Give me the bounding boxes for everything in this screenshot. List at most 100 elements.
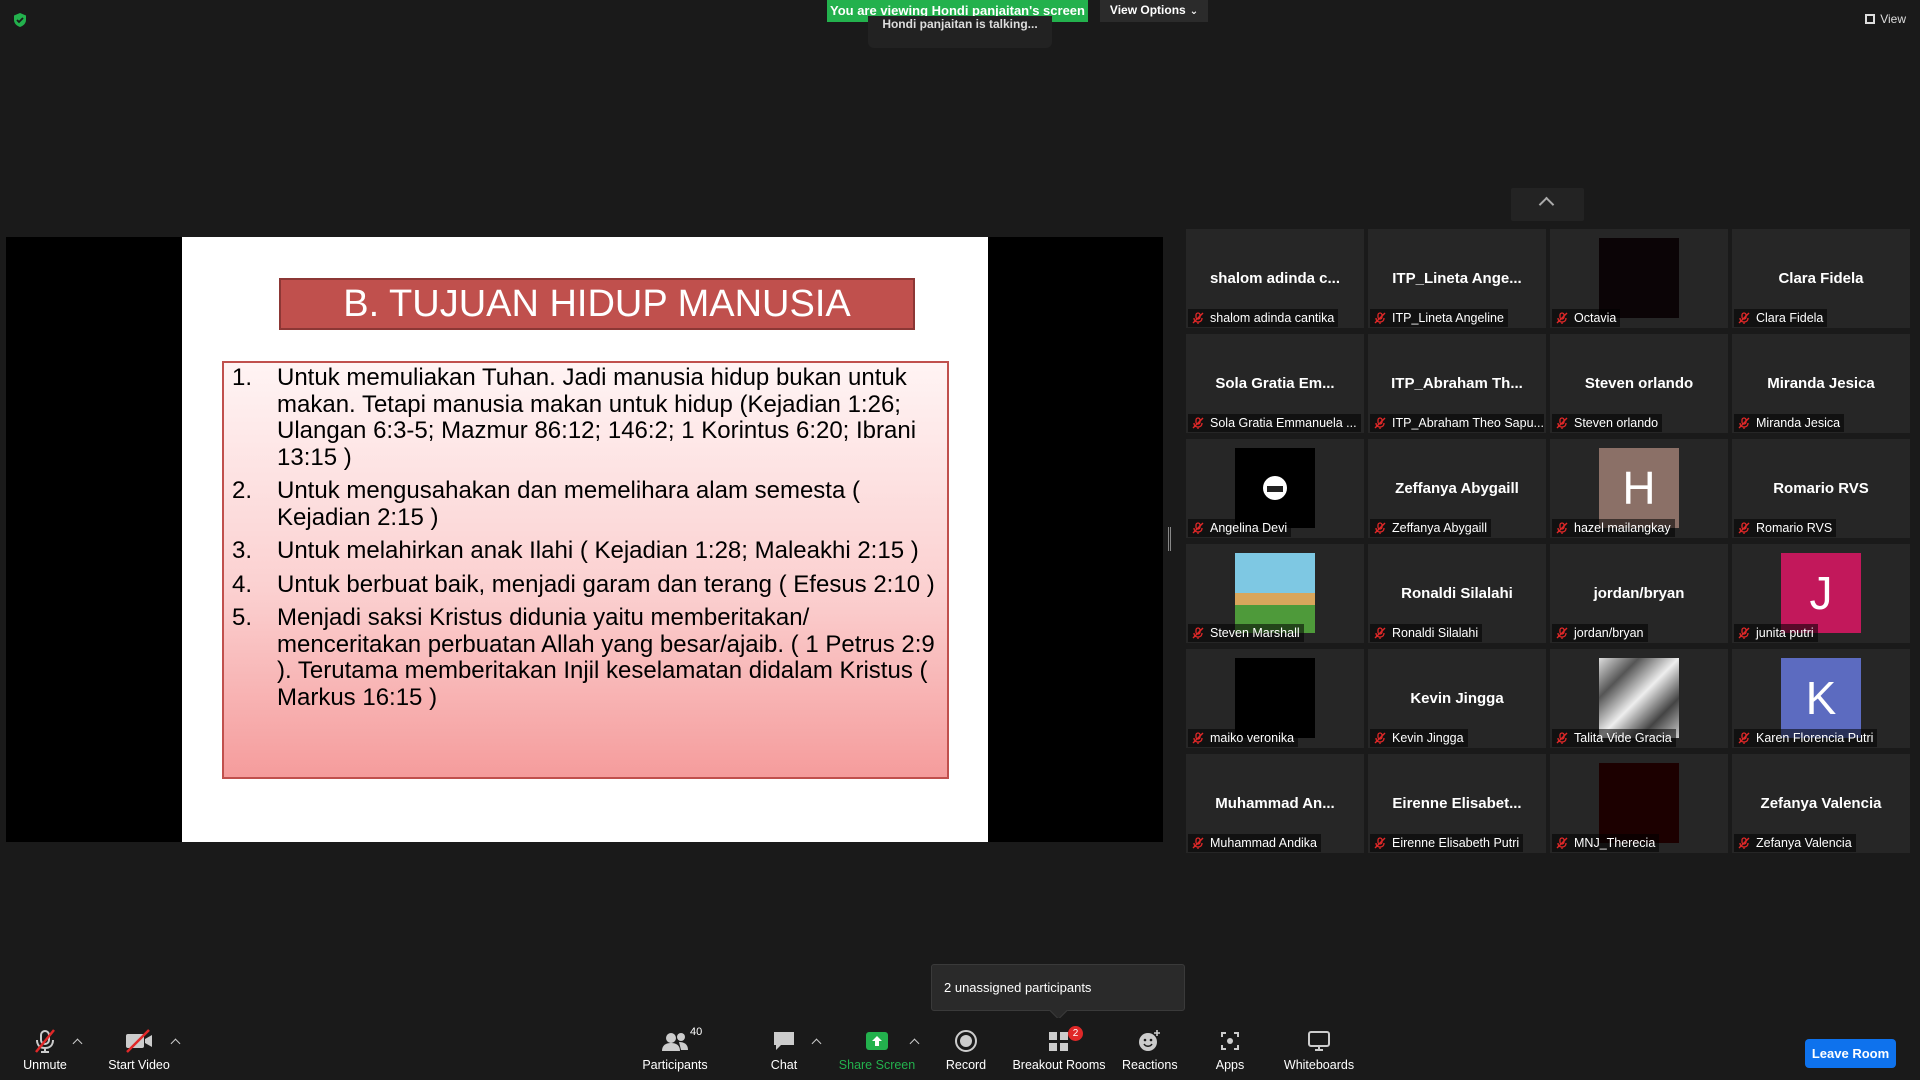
microphone-muted-icon xyxy=(1556,522,1568,534)
start-video-button[interactable]: Start Video xyxy=(104,1024,174,1078)
chat-label: Chat xyxy=(770,1058,798,1072)
participant-tile[interactable]: Miranda Jesica Miranda Jesica xyxy=(1732,334,1910,433)
participant-tile[interactable]: Steven Marshall xyxy=(1186,544,1364,643)
participant-avatar xyxy=(1235,553,1315,633)
reactions-button[interactable]: Reactions xyxy=(1122,1024,1178,1078)
participant-name: Ronaldi Silalahi xyxy=(1392,626,1479,640)
record-button[interactable]: Record xyxy=(942,1024,990,1078)
participant-name: Muhammad Andika xyxy=(1210,836,1318,850)
participant-tile[interactable]: ITP_Lineta Ange... ITP_Lineta Angeline xyxy=(1368,229,1546,328)
participant-name-label: Clara Fidela xyxy=(1734,309,1828,327)
presentation-slide: B. TUJUAN HIDUP MANUSIA 1. Untuk memuliak… xyxy=(182,237,988,842)
participant-tile[interactable]: shalom adinda c... shalom adinda cantika xyxy=(1186,229,1364,328)
participant-tile[interactable]: Clara Fidela Clara Fidela xyxy=(1732,229,1910,328)
participant-name-label: MNJ_Therecia xyxy=(1552,834,1660,852)
whiteboards-button[interactable]: Whiteboards xyxy=(1282,1024,1356,1078)
slide-list-item: 4. Untuk berbuat baik, menjadi garam dan … xyxy=(232,571,939,599)
participant-tile[interactable]: Kevin Jingga Kevin Jingga xyxy=(1368,649,1546,748)
reactions-smiley-icon xyxy=(1139,1030,1160,1051)
reactions-label: Reactions xyxy=(1122,1058,1178,1072)
participant-tile[interactable]: jordan/bryan jordan/bryan xyxy=(1550,544,1728,643)
participant-name-label: Ronaldi Silalahi xyxy=(1370,624,1483,642)
slide-item-text: Untuk melahirkan anak Ilahi ( Kejadian 1… xyxy=(277,537,919,564)
view-button[interactable]: View xyxy=(1865,12,1906,26)
share-screen-label: Share Screen xyxy=(838,1058,916,1072)
participant-tile[interactable]: Zefanya Valencia Zefanya Valencia xyxy=(1732,754,1910,853)
gallery-scroll-up-button[interactable] xyxy=(1511,188,1584,221)
microphone-muted-icon xyxy=(1738,837,1750,849)
participant-name-label: Talita Vide Gracia xyxy=(1552,729,1676,747)
audio-options-caret-icon[interactable] xyxy=(72,1038,83,1049)
participant-name: jordan/bryan xyxy=(1574,626,1644,640)
participant-name: shalom adinda cantika xyxy=(1210,311,1335,325)
microphone-muted-icon xyxy=(1738,417,1750,429)
whiteboards-label: Whiteboards xyxy=(1283,1058,1355,1072)
unmute-button[interactable]: Unmute xyxy=(18,1024,72,1078)
chat-options-caret-icon[interactable] xyxy=(811,1038,822,1049)
security-shield-icon[interactable] xyxy=(12,12,28,28)
participant-name-label: Zefanya Valencia xyxy=(1734,834,1856,852)
participant-tile[interactable]: Zeffanya Abygaill Zeffanya Abygaill xyxy=(1368,439,1546,538)
microphone-muted-icon xyxy=(35,1029,55,1053)
participant-tile[interactable]: Octavia xyxy=(1550,229,1728,328)
participant-name: ITP_Lineta Angeline xyxy=(1392,311,1504,325)
view-options-button[interactable]: View Options ⌄ xyxy=(1100,0,1208,22)
microphone-muted-icon xyxy=(1556,627,1568,639)
leave-room-button[interactable]: Leave Room xyxy=(1805,1039,1896,1068)
slide-list-item: 3. Untuk melahirkan anak Ilahi ( Kejadian… xyxy=(232,537,939,565)
participant-name: Octavia xyxy=(1574,311,1617,325)
participant-name: Angelina Devi xyxy=(1210,521,1288,535)
microphone-muted-icon xyxy=(1192,417,1204,429)
participant-avatar xyxy=(1235,448,1315,528)
participant-name-label: Zeffanya Abygaill xyxy=(1370,519,1491,537)
participant-name-label: hazel mailangkay xyxy=(1552,519,1675,537)
slide-item-number: 2. xyxy=(232,477,253,504)
participant-name-label: Eirenne Elisabeth Putri xyxy=(1370,834,1524,852)
participant-tile[interactable]: Muhammad An... Muhammad Andika xyxy=(1186,754,1364,853)
participant-name-label: junita putri xyxy=(1734,624,1818,642)
participant-name-label: Octavia xyxy=(1552,309,1621,327)
participant-name: ITP_Abraham Theo Sapu... xyxy=(1392,416,1544,430)
apps-button[interactable]: Apps xyxy=(1210,1024,1250,1078)
microphone-muted-icon xyxy=(1556,312,1568,324)
whiteboard-icon xyxy=(1308,1031,1330,1051)
participant-tile[interactable]: K Karen Florencia Putri xyxy=(1732,649,1910,748)
slide-item-number: 5. xyxy=(232,604,253,631)
slide-item-number: 3. xyxy=(232,537,253,564)
share-screen-icon xyxy=(866,1032,888,1050)
microphone-muted-icon xyxy=(1738,732,1750,744)
participant-name: Karen Florencia Putri xyxy=(1756,731,1874,745)
video-off-icon xyxy=(126,1029,152,1053)
chat-button[interactable]: Chat xyxy=(764,1024,804,1078)
participant-tile[interactable]: MNJ_Therecia xyxy=(1550,754,1728,853)
participant-tile[interactable]: Jjunita putri xyxy=(1732,544,1910,643)
participants-button[interactable]: 40 Participants xyxy=(640,1024,710,1078)
share-screen-button[interactable]: Share Screen xyxy=(838,1024,916,1078)
participant-tile[interactable]: ITP_Abraham Th... ITP_Abraham Theo Sapu..… xyxy=(1368,334,1546,433)
participant-name: Kevin Jingga xyxy=(1392,731,1464,745)
participants-count: 40 xyxy=(690,1026,703,1038)
participant-name-label: Angelina Devi xyxy=(1188,519,1292,537)
split-divider-handle[interactable] xyxy=(1168,527,1171,551)
slide-list-item: 1. Untuk memuliakan Tuhan. Jadi manusia h… xyxy=(232,364,939,471)
apps-label: Apps xyxy=(1215,1058,1245,1072)
breakout-rooms-button[interactable]: 2 Breakout Rooms xyxy=(1012,1024,1106,1078)
record-label: Record xyxy=(945,1058,987,1072)
participant-tile[interactable]: Romario RVS Romario RVS xyxy=(1732,439,1910,538)
view-grid-icon xyxy=(1865,14,1876,24)
participant-tile[interactable]: Hhazel mailangkay xyxy=(1550,439,1728,538)
slide-item-text: Untuk memuliakan Tuhan. Jadi manusia hid… xyxy=(277,364,917,471)
participant-name: Zefanya Valencia xyxy=(1756,836,1852,850)
participant-tile[interactable]: Eirenne Elisabet... Eirenne Elisabeth Put… xyxy=(1368,754,1546,853)
participant-tile[interactable]: Sola Gratia Em... Sola Gratia Emmanuela .… xyxy=(1186,334,1364,433)
participant-tile[interactable]: Angelina Devi xyxy=(1186,439,1364,538)
slide-list-item: 2. Untuk mengusahakan dan memelihara alam… xyxy=(232,477,939,531)
shared-screen[interactable]: B. TUJUAN HIDUP MANUSIA 1. Untuk memuliak… xyxy=(6,237,1163,842)
participant-tile[interactable]: maiko veronika xyxy=(1186,649,1364,748)
participant-tile[interactable]: Talita Vide Gracia xyxy=(1550,649,1728,748)
participant-tile[interactable]: Ronaldi Silalahi Ronaldi Silalahi xyxy=(1368,544,1546,643)
participant-name-label: ITP_Lineta Angeline xyxy=(1370,309,1508,327)
unmute-label: Unmute xyxy=(23,1058,67,1072)
participant-avatar xyxy=(1599,763,1679,843)
participant-tile[interactable]: Steven orlando Steven orlando xyxy=(1550,334,1728,433)
